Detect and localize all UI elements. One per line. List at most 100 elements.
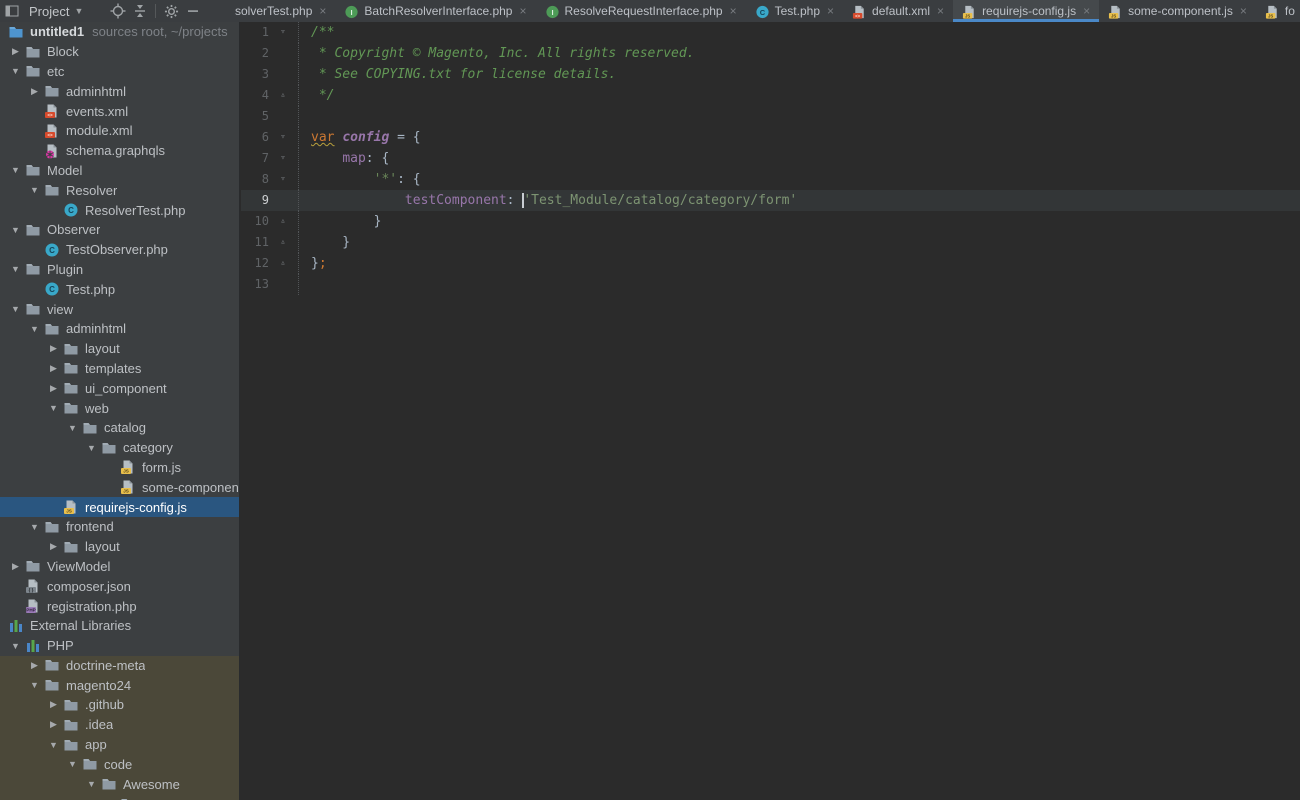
code-line[interactable]: 4▵ */	[241, 85, 1300, 106]
tree-item-resolver[interactable]: ▼Resolver	[0, 180, 239, 200]
chevron-collapsed-icon[interactable]: ▶	[44, 699, 63, 710]
chevron-expanded-icon[interactable]: ▼	[63, 759, 82, 769]
tree-item-test-php[interactable]: CTest.php	[0, 279, 239, 299]
tree-item--idea[interactable]: ▶.idea	[0, 715, 239, 735]
project-label[interactable]: Project	[29, 4, 69, 19]
tab-test-php[interactable]: CTest.php×	[746, 0, 843, 22]
code-line[interactable]: 6▿var config = {	[241, 127, 1300, 148]
tree-item-etc[interactable]: ▼etc	[0, 62, 239, 82]
tree-item-plugin[interactable]: ▼Plugin	[0, 260, 239, 280]
chevron-expanded-icon[interactable]: ▼	[82, 443, 101, 453]
chevron-expanded-icon[interactable]: ▼	[6, 66, 25, 76]
fold-end-icon[interactable]: ▵	[269, 253, 297, 274]
tree-item-external-libraries[interactable]: External Libraries	[0, 616, 239, 636]
tree-item-composer-json[interactable]: { }composer.json	[0, 576, 239, 596]
tree-item-templates[interactable]: ▶templates	[0, 359, 239, 379]
tree-item-category[interactable]: ▼category	[0, 438, 239, 458]
chevron-expanded-icon[interactable]: ▼	[6, 304, 25, 314]
tab-close-icon[interactable]: ×	[1240, 4, 1247, 18]
tab-some-component-js[interactable]: JSsome-component.js×	[1099, 0, 1256, 22]
tree-item-web[interactable]: ▼web	[0, 398, 239, 418]
tree-item-testobserver-php[interactable]: CTestObserver.php	[0, 240, 239, 260]
tree-item-doctrine-meta[interactable]: ▶doctrine-meta	[0, 656, 239, 676]
chevron-expanded-icon[interactable]: ▼	[44, 740, 63, 750]
tab-close-icon[interactable]: ×	[937, 4, 944, 18]
tree-item-block[interactable]: ▶Block	[0, 42, 239, 62]
tab-solvertest-php[interactable]: solverTest.php×	[226, 0, 335, 22]
fold-start-icon[interactable]: ▿	[269, 127, 297, 148]
code-line[interactable]: 5	[241, 106, 1300, 127]
code-line[interactable]: 11▵ }	[241, 232, 1300, 253]
tree-item-frontend[interactable]: ▼frontend	[0, 517, 239, 537]
tree-item-registration-php[interactable]: PHPregistration.php	[0, 596, 239, 616]
tree-item-catalog[interactable]: ▼catalog	[0, 418, 239, 438]
tree-item-php[interactable]: ▼PHP	[0, 636, 239, 656]
tree-item-form-js[interactable]: JSform.js	[0, 458, 239, 478]
tree-item-view[interactable]: ▼view	[0, 299, 239, 319]
chevron-expanded-icon[interactable]: ▼	[63, 423, 82, 433]
tree-item-observer[interactable]: ▼Observer	[0, 220, 239, 240]
chevron-collapsed-icon[interactable]: ▶	[44, 363, 63, 374]
code-line[interactable]: 3 * See COPYING.txt for license details.	[241, 64, 1300, 85]
tab-close-icon[interactable]: ×	[319, 4, 326, 18]
tree-item-events-xml[interactable]: <>events.xml	[0, 101, 239, 121]
code-line[interactable]: 9 testComponent: 'Test_Module/catalog/ca…	[241, 190, 1300, 211]
chevron-collapsed-icon[interactable]: ▶	[44, 343, 63, 354]
tree-item-module-xml[interactable]: <>module.xml	[0, 121, 239, 141]
tree-item-code[interactable]: ▼code	[0, 754, 239, 774]
code-line[interactable]: 12▵};	[241, 253, 1300, 274]
tab-default-xml[interactable]: <>default.xml×	[843, 0, 953, 22]
chevron-expanded-icon[interactable]: ▼	[82, 779, 101, 789]
tree-item-untitled1[interactable]: untitled1sources root, ~/projects	[0, 22, 239, 42]
chevron-collapsed-icon[interactable]: ▶	[44, 383, 63, 394]
chevron-expanded-icon[interactable]: ▼	[6, 641, 25, 651]
tab-requirejs-config-js[interactable]: JSrequirejs-config.js×	[953, 0, 1099, 22]
chevron-collapsed-icon[interactable]: ▶	[25, 86, 44, 97]
tree-item-layout[interactable]: ▶layout	[0, 537, 239, 557]
tree-item-viewmodel[interactable]: ▶ViewModel	[0, 557, 239, 577]
chevron-collapsed-icon[interactable]: ▶	[6, 46, 25, 57]
tree-item--github[interactable]: ▶.github	[0, 695, 239, 715]
tree-item-schema-graphqls[interactable]: schema.graphqls	[0, 141, 239, 161]
tab-close-icon[interactable]: ×	[519, 4, 526, 18]
locate-file-icon[interactable]	[109, 2, 127, 20]
tree-item-resolvertest-php[interactable]: CResolverTest.php	[0, 200, 239, 220]
code-line[interactable]: 1▿/**	[241, 22, 1300, 43]
collapse-all-icon[interactable]	[131, 2, 149, 20]
chevron-collapsed-icon[interactable]: ▶	[25, 660, 44, 671]
tab-batchresolverinterface-php[interactable]: IBatchResolverInterface.php×	[335, 0, 535, 22]
chevron-expanded-icon[interactable]: ▼	[6, 165, 25, 175]
chevron-expanded-icon[interactable]: ▼	[44, 403, 63, 413]
tree-item-adminhtml[interactable]: ▶adminhtml	[0, 81, 239, 101]
fold-end-icon[interactable]: ▵	[269, 211, 297, 232]
tab-close-icon[interactable]: ×	[730, 4, 737, 18]
chevron-expanded-icon[interactable]: ▼	[6, 264, 25, 274]
code-line[interactable]: 2 * Copyright © Magento, Inc. All rights…	[241, 43, 1300, 64]
tab-resolverequestinterface-php[interactable]: IResolveRequestInterface.php×	[536, 0, 746, 22]
tree-item-adminhtml[interactable]: ▼adminhtml	[0, 319, 239, 339]
chevron-expanded-icon[interactable]: ▼	[25, 324, 44, 334]
code-line[interactable]: 10▵ }	[241, 211, 1300, 232]
code-line[interactable]: 8▿ '*': {	[241, 169, 1300, 190]
project-pane-icon[interactable]	[3, 2, 21, 20]
tree-item-requirejs-config-js[interactable]: JSrequirejs-config.js	[0, 497, 239, 517]
chevron-down-icon[interactable]: ▼	[74, 6, 83, 16]
fold-start-icon[interactable]: ▿	[269, 22, 297, 43]
tab-close-icon[interactable]: ×	[827, 4, 834, 18]
chevron-expanded-icon[interactable]: ▼	[25, 680, 44, 690]
fold-end-icon[interactable]: ▵	[269, 232, 297, 253]
tree-item-ui-component[interactable]: ▶ui_component	[0, 378, 239, 398]
tree-item-partial[interactable]: ▼	[0, 794, 239, 800]
code-line[interactable]: 7▿ map: {	[241, 148, 1300, 169]
tab-close-icon[interactable]: ×	[1083, 4, 1090, 18]
code-line[interactable]: 13	[241, 274, 1300, 295]
chevron-collapsed-icon[interactable]: ▶	[44, 541, 63, 552]
tab-fo[interactable]: JSfo×	[1256, 0, 1300, 22]
tree-item-awesome[interactable]: ▼Awesome	[0, 774, 239, 794]
chevron-expanded-icon[interactable]: ▼	[6, 225, 25, 235]
fold-end-icon[interactable]: ▵	[269, 85, 297, 106]
tree-item-model[interactable]: ▼Model	[0, 161, 239, 181]
hide-panel-icon[interactable]	[184, 2, 202, 20]
fold-start-icon[interactable]: ▿	[269, 169, 297, 190]
chevron-collapsed-icon[interactable]: ▶	[6, 561, 25, 572]
